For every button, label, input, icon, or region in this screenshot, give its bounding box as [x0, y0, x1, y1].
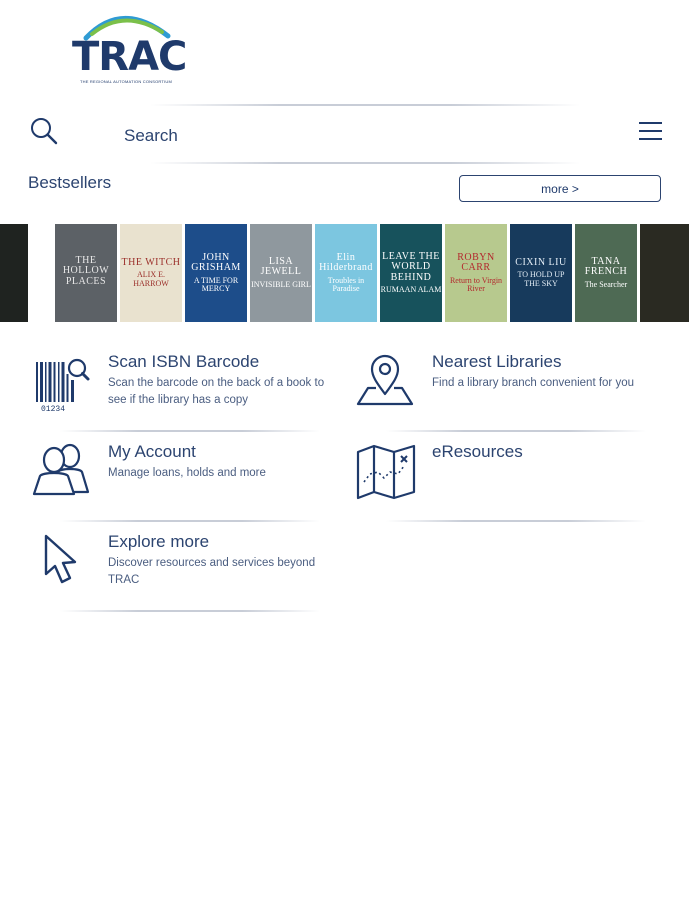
- explore-more-desc: Discover resources and services beyond T…: [108, 557, 316, 586]
- users-icon: [32, 443, 90, 496]
- book-title: CIXIN LIU: [515, 256, 567, 268]
- more-button[interactable]: more >: [459, 175, 661, 202]
- book-title: LISA JEWELL: [260, 255, 302, 278]
- pointer-cursor-icon: [44, 534, 77, 584]
- book-subtitle: The Searcher: [584, 279, 628, 289]
- book-cover[interactable]: JOHN GRISHAM A TIME FOR MERCY: [185, 224, 247, 322]
- tile-divider-2a: [60, 520, 320, 522]
- book-subtitle: INVISIBLE GIRL: [251, 279, 311, 289]
- book-cover[interactable]: ROBYN CARR Return to Virgin River: [445, 224, 507, 322]
- trac-logo: TRAC THE REGIONAL AUTOMATION CONSORTIUM: [72, 6, 187, 88]
- tile-divider-3: [60, 610, 320, 612]
- menu-icon[interactable]: [638, 120, 664, 142]
- search-divider: [150, 162, 580, 164]
- book-cover[interactable]: THE WITCH ALIX E. HARROW: [120, 224, 182, 322]
- nearest-libraries-desc: Find a library branch convenient for you: [432, 377, 634, 389]
- bestsellers-carousel[interactable]: THE HOLLOW PLACES THE WITCH ALIX E. HARROW…: [0, 224, 689, 322]
- eresources-tile[interactable]: eResources: [354, 440, 664, 510]
- nearest-libraries-tile[interactable]: Nearest Libraries Find a library branch …: [354, 350, 664, 420]
- my-account-desc: Manage loans, holds and more: [108, 467, 266, 479]
- book-subtitle: Troubles in Paradise: [327, 275, 365, 293]
- book-cover[interactable]: [0, 224, 28, 322]
- barcode-icon: 01234: [36, 358, 90, 414]
- nearest-libraries-title: Nearest Libraries: [432, 352, 562, 371]
- tile-divider-2b: [386, 520, 646, 522]
- scan-isbn-title: Scan ISBN Barcode: [108, 352, 260, 371]
- book-cover[interactable]: [640, 224, 689, 322]
- map-pin-icon: [356, 354, 414, 406]
- scan-isbn-tile[interactable]: 01234 Scan ISBN Barcode Scan the barcode…: [28, 350, 338, 420]
- my-account-title: My Account: [108, 442, 196, 461]
- logo-text: TRAC: [72, 34, 187, 80]
- tile-divider-1b: [386, 430, 646, 432]
- book-title: THE HOLLOW PLACES: [62, 254, 110, 287]
- my-account-tile[interactable]: My Account Manage loans, holds and more: [28, 440, 338, 510]
- header-divider: [150, 104, 580, 106]
- book-cover[interactable]: LEAVE THE WORLD BEHIND RUMAAN ALAM: [380, 224, 442, 322]
- scan-isbn-desc: Scan the barcode on the back of a book t…: [108, 377, 325, 406]
- book-cover[interactable]: LISA JEWELL INVISIBLE GIRL: [250, 224, 312, 322]
- book-cover[interactable]: CIXIN LIU TO HOLD UP THE SKY: [510, 224, 572, 322]
- book-subtitle: A TIME FOR MERCY: [193, 275, 239, 293]
- barcode-digits: 01234: [41, 405, 65, 414]
- explore-more-tile[interactable]: Explore more Discover resources and serv…: [28, 530, 338, 600]
- map-icon: [356, 444, 416, 500]
- book-title: Elin Hilderbrand: [319, 251, 373, 274]
- search-bar: [0, 108, 689, 162]
- book-title: ROBYN CARR: [457, 251, 495, 274]
- search-icon[interactable]: [30, 117, 58, 145]
- book-cover[interactable]: TANA FRENCH The Searcher: [575, 224, 637, 322]
- book-subtitle: TO HOLD UP THE SKY: [517, 270, 565, 288]
- book-title: JOHN GRISHAM: [191, 251, 241, 274]
- book-cover[interactable]: Elin Hilderbrand Troubles in Paradise: [315, 224, 377, 322]
- bestsellers-title: Bestsellers: [28, 173, 112, 192]
- book-title: THE WITCH: [121, 256, 181, 268]
- logo-tagline: THE REGIONAL AUTOMATION CONSORTIUM: [80, 79, 172, 84]
- book-subtitle: ALIX E. HARROW: [133, 270, 169, 288]
- book-subtitle: Return to Virgin River: [449, 275, 503, 293]
- tile-divider-1a: [60, 430, 320, 432]
- book-cover[interactable]: THE HOLLOW PLACES: [55, 224, 117, 322]
- book-subtitle: RUMAAN ALAM: [380, 285, 442, 295]
- book-title: TANA FRENCH: [584, 255, 628, 278]
- search-input[interactable]: [122, 122, 606, 150]
- eresources-title: eResources: [432, 442, 523, 461]
- explore-more-title: Explore more: [108, 532, 210, 551]
- book-title: LEAVE THE WORLD BEHIND: [382, 250, 440, 283]
